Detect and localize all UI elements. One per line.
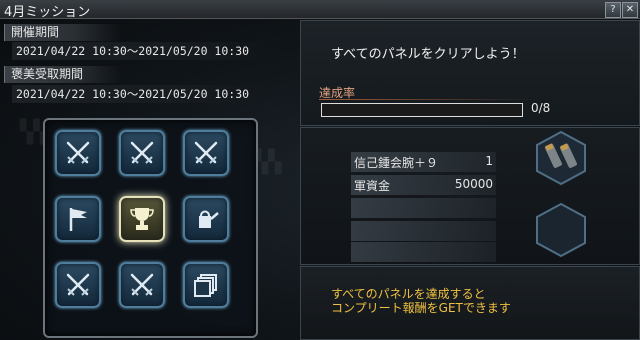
event-period-label: 開催期間: [4, 24, 121, 41]
help-button[interactable]: ?: [605, 2, 621, 18]
left-panel: 開催期間 2021/04/22 10:30～2021/05/20 10:30 褒…: [4, 20, 294, 338]
panel-tile-active[interactable]: [119, 196, 165, 242]
help-icon: ?: [610, 4, 616, 15]
reward-row-empty: [351, 242, 496, 262]
reward-qty: 50000: [454, 177, 493, 191]
mission-info-panel: すべてのパネルをクリアしよう！ 達成率 0/8: [300, 20, 640, 126]
close-icon: ✕: [625, 4, 635, 15]
reward-name: 信己鍾会腕＋９: [354, 156, 439, 170]
rate-divider: [319, 99, 539, 100]
panel-tile[interactable]: [183, 262, 229, 308]
reward-row: 信己鍾会腕＋９ 1: [351, 152, 496, 172]
reward-period-label: 褒美受取期間: [4, 66, 121, 83]
complete-note-panel: すべてのパネルを達成すると コンプリート報酬をGETできます: [300, 266, 640, 340]
cards-icon: [194, 274, 217, 297]
panel-grid: [43, 118, 258, 338]
rewards-panel: 信己鍾会腕＋９ 1 軍資金 50000: [300, 127, 640, 265]
reward-row-empty: [351, 221, 496, 241]
crossed-swords-icon: [130, 273, 154, 296]
reward-item-slot[interactable]: [533, 130, 589, 186]
crossed-swords-icon: [194, 141, 218, 164]
panel-tile[interactable]: [55, 262, 101, 308]
watering-can-icon: [199, 210, 219, 228]
complete-note: すべてのパネルを達成すると コンプリート報酬をGETできます: [331, 287, 511, 315]
reward-row-empty: [351, 198, 496, 218]
panel-tile[interactable]: [119, 262, 165, 308]
window-title: 4月ミッション: [4, 5, 91, 20]
mission-message: すべてのパネルをクリアしよう！: [331, 47, 525, 62]
close-button[interactable]: ✕: [622, 2, 638, 18]
complete-note-line2: コンプリート報酬をGETできます: [331, 301, 511, 315]
panel-tile[interactable]: [183, 196, 229, 242]
flag-icon: [69, 208, 87, 231]
title-bar[interactable]: 4月ミッション ? ✕: [0, 0, 640, 20]
event-period-range: 2021/04/22 10:30～2021/05/20 10:30: [12, 42, 266, 60]
panel-tile[interactable]: [55, 130, 101, 176]
complete-note-line1: すべてのパネルを達成すると: [331, 287, 486, 301]
reward-qty: 1: [485, 154, 493, 168]
crossed-swords-icon: [130, 141, 154, 164]
reward-row: 軍資金 50000: [351, 175, 496, 195]
trophy-icon: [130, 208, 154, 230]
panel-tile[interactable]: [183, 130, 229, 176]
crossed-swords-icon: [66, 273, 90, 296]
reward-period-range: 2021/04/22 10:30～2021/05/20 10:30: [12, 85, 266, 103]
panel-tile[interactable]: [119, 130, 165, 176]
panel-tile[interactable]: [55, 196, 101, 242]
achievement-progress-bar: [321, 103, 523, 117]
achievement-count: 0/8: [531, 101, 551, 115]
reward-item-slot-empty: [536, 202, 586, 258]
mission-window: 4月ミッション ? ✕ ▚▚ ▚▚ 開催期間 2021/04/22 10:30～…: [0, 0, 640, 340]
reward-name: 軍資金: [354, 179, 391, 193]
crossed-swords-icon: [66, 141, 90, 164]
